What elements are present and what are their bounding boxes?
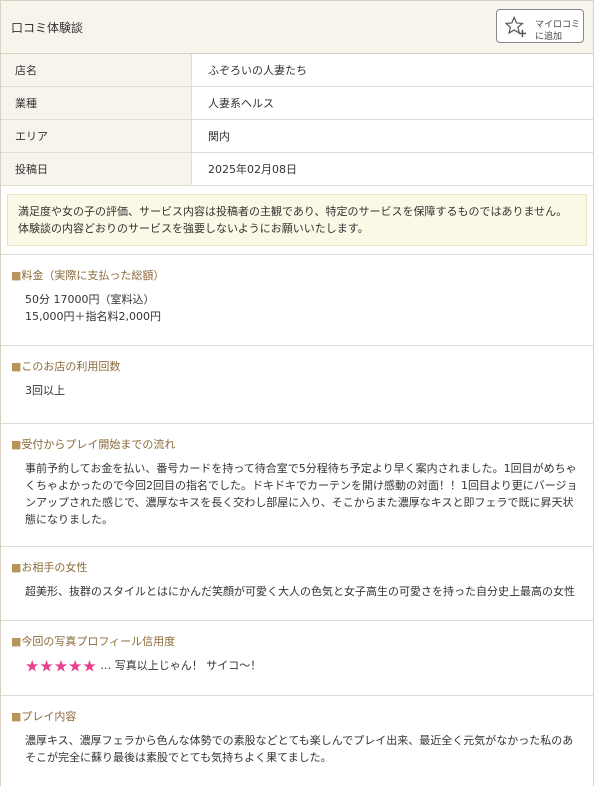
section-usage: ■このお店の利用回数 3回以上 (1, 346, 593, 424)
photo-heading: 今回の写真プロフィール信用度 (21, 635, 176, 648)
section-partner: ■お相手の女性 超美形、抜群のスタイルとはにかんだ笑顔が可愛く大人の色気と女子高… (1, 547, 593, 621)
info-key-date: 投稿日 (1, 152, 192, 186)
rating-stars-icon: ★★★★★ (25, 656, 97, 676)
section-flow: ■受付からプレイ開始までの流れ 事前予約してお金を払い、番号カードを持って待合室… (1, 424, 593, 547)
shop-info-table: 店名 ふぞろいの人妻たち 業種 人妻系ヘルス エリア 関内 投稿日 2025年0… (1, 54, 593, 186)
photo-comment: … 写真以上じゃん！ サイコ～！ (100, 659, 262, 672)
section-heading: ■プレイ内容 (11, 709, 77, 723)
star-add-icon (505, 16, 527, 38)
add-button-label-2: に追加 (535, 32, 563, 42)
price-heading: 料金（実際に支払った総額） (21, 269, 165, 282)
section-heading: ■受付からプレイ開始までの流れ (11, 438, 176, 451)
price-line-2: 15,000円＋指名料2,000円 (25, 310, 161, 323)
section-photo: ■今回の写真プロフィール信用度 ★★★★★ … 写真以上じゃん！ サイコ～！ (1, 621, 593, 696)
section-heading: ■今回の写真プロフィール信用度 (11, 635, 176, 648)
panel-header: 口コミ体験談 マイロコミ に追加 (1, 1, 593, 54)
play-heading: プレイ内容 (21, 709, 77, 723)
partner-text: 超美形、抜群のスタイルとはにかんだ笑顔が可愛く大人の色気と女子高生の可愛さを持っ… (25, 585, 575, 598)
add-my-kuchikomi-button[interactable]: マイロコミ に追加 (496, 9, 584, 43)
disclaimer-notice: 満足度や女の子の評価、サービス内容は投稿者の主観であり、特定のサービスを保障する… (7, 194, 587, 246)
section-heading: ■お相手の女性 (11, 561, 88, 574)
section-body: 50分 17000円（室料込） 15,000円＋指名料2,000円 (11, 291, 579, 325)
section-price: ■料金（実際に支払った総額） 50分 17000円（室料込） 15,000円＋指… (1, 255, 593, 346)
partner-heading: お相手の女性 (21, 561, 88, 574)
info-value-date: 2025年02月08日 (191, 152, 593, 186)
flow-heading: 受付からプレイ開始までの流れ (21, 438, 176, 451)
section-heading: ■このお店の利用回数 (11, 360, 121, 373)
usage-text: 3回以上 (25, 384, 65, 397)
photo-rating: ★★★★★ … 写真以上じゃん！ サイコ～！ (11, 657, 579, 675)
price-line-1: 50分 17000円（室料込） (25, 293, 155, 306)
info-value-genre: 人妻系ヘルス (191, 86, 593, 120)
table-row: 投稿日 2025年02月08日 (1, 152, 593, 186)
table-row: 業種 人妻系ヘルス (1, 86, 593, 120)
info-value-area: 関内 (191, 119, 593, 153)
table-row: 店名 ふぞろいの人妻たち (1, 54, 593, 87)
table-row: エリア 関内 (1, 119, 593, 153)
page-title: 口コミ体験談 (11, 21, 84, 35)
info-key-shop: 店名 (1, 54, 192, 87)
flow-text: 事前予約してお金を払い、番号カードを持って待合室で5分程待ち予定より早く案内され… (25, 462, 578, 526)
review-panel: 口コミ体験談 マイロコミ に追加 店名 ふぞろいの人妻たち 業種 人妻系ヘルス … (0, 0, 594, 786)
play-text: 濃厚キス、濃厚フェラから色んな体勢での素股などとても楽しんでプレイ出来、最近全く… (25, 733, 574, 764)
info-value-shop: ふぞろいの人妻たち (191, 54, 593, 87)
info-key-genre: 業種 (1, 86, 192, 120)
usage-heading: このお店の利用回数 (21, 360, 121, 373)
info-key-area: エリア (1, 119, 192, 153)
section-heading: ■料金（実際に支払った総額） (11, 269, 165, 282)
section-play: ■プレイ内容 濃厚キス、濃厚フェラから色んな体勢での素股などとても楽しんでプレイ… (1, 696, 593, 780)
notice-area: 満足度や女の子の評価、サービス内容は投稿者の主観であり、特定のサービスを保障する… (1, 186, 593, 255)
